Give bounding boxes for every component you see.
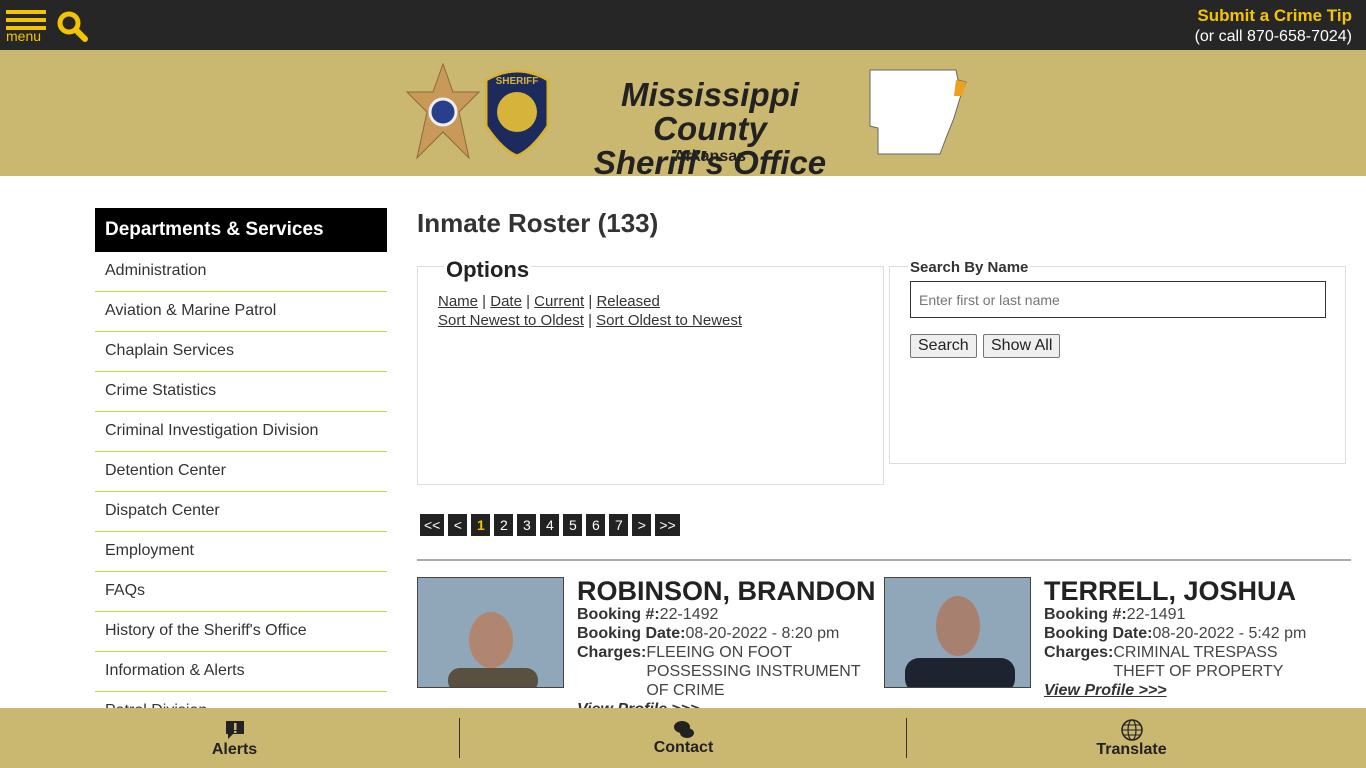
sidebar-item[interactable]: Employment [95, 532, 387, 572]
page-button[interactable]: 3 [517, 514, 537, 536]
star-badge-logo [405, 62, 481, 160]
booking-date: 08-20-2022 - 5:42 pm [1152, 625, 1307, 642]
page-button[interactable]: 5 [563, 514, 583, 536]
last-page-button[interactable]: >> [655, 514, 680, 536]
sort-name-link[interactable]: Name [438, 293, 478, 310]
arkansas-map [869, 69, 967, 155]
sidebar-heading: Departments & Services [95, 208, 387, 252]
divider [417, 559, 1351, 561]
page-button[interactable]: 6 [586, 514, 606, 536]
charge: FLEEING ON FOOT [646, 644, 793, 661]
search-icon[interactable] [56, 10, 88, 42]
sidebar-item[interactable]: Crime Statistics [95, 372, 387, 412]
charge: THEFT OF PROPERTY [1113, 663, 1284, 680]
page-button[interactable]: 2 [494, 514, 514, 536]
alert-bubble-icon [225, 721, 244, 739]
globe-icon [1120, 719, 1143, 741]
menu-button[interactable]: menu [6, 10, 46, 44]
sidebar-item[interactable]: Criminal Investigation Division [95, 412, 387, 452]
view-profile-link[interactable]: View Profile >>> [1044, 681, 1344, 700]
badge-text: SHERIFF [496, 76, 539, 87]
sidebar: Departments & Services Administration Av… [95, 208, 387, 732]
sheriff-patch-logo: SHERIFF [484, 69, 550, 158]
sidebar-item[interactable]: FAQs [95, 572, 387, 612]
contact-button[interactable]: Contact [456, 708, 911, 768]
crime-tip-link[interactable]: Submit a Crime Tip (or call 870-658-7024… [1195, 6, 1352, 46]
top-bar: menu Submit a Crime Tip (or call 870-658… [0, 0, 1366, 50]
sidebar-item[interactable]: Administration [95, 252, 387, 292]
filter-current-link[interactable]: Current [534, 293, 584, 310]
sidebar-item[interactable]: Detention Center [95, 452, 387, 492]
next-page-button[interactable]: > [632, 514, 652, 536]
sort-newest-link[interactable]: Sort Newest to Oldest [438, 312, 584, 329]
first-page-button[interactable]: << [420, 514, 445, 536]
site-subtitle: Arkansas [673, 148, 747, 165]
booking-date: 08-20-2022 - 8:20 pm [685, 625, 840, 642]
search-button[interactable]: Search [910, 334, 977, 358]
inmate-photo[interactable] [417, 577, 564, 688]
show-all-button[interactable]: Show All [983, 334, 1061, 358]
options-title: Options [444, 257, 532, 283]
page-button[interactable]: 7 [609, 514, 629, 536]
search-title: Search By Name [908, 259, 1031, 276]
inmate-name[interactable]: TERRELL, JOSHUA [1044, 577, 1344, 605]
page-button[interactable]: 4 [540, 514, 560, 536]
charge: POSSESSING INSTRUMENT OF CRIME [646, 663, 861, 699]
booking-number: 22-1492 [659, 606, 719, 623]
inmate-name[interactable]: ROBINSON, BRANDON [577, 577, 877, 605]
pagination: << < 1 2 3 4 5 6 7 > >> [420, 514, 680, 536]
name-search-input[interactable] [910, 281, 1326, 318]
page-title: Inmate Roster (133) [417, 208, 659, 238]
sort-date-link[interactable]: Date [490, 293, 522, 310]
sidebar-item[interactable]: Information & Alerts [95, 652, 387, 692]
search-panel: Search By Name Search Show All [889, 259, 1346, 464]
booking-number: 22-1491 [1126, 606, 1186, 623]
sidebar-item[interactable]: Dispatch Center [95, 492, 387, 532]
crime-tip-title[interactable]: Submit a Crime Tip [1195, 6, 1352, 26]
options-panel: Options Name | Date | Current | Released… [417, 257, 884, 485]
filter-released-link[interactable]: Released [596, 293, 659, 310]
sidebar-item[interactable]: Aviation & Marine Patrol [95, 292, 387, 332]
page-button-current[interactable]: 1 [471, 514, 491, 536]
prev-page-button[interactable]: < [448, 514, 468, 536]
footer-bar: Alerts Contact Translate [0, 708, 1366, 768]
sidebar-item[interactable]: Chaplain Services [95, 332, 387, 372]
charge: CRIMINAL TRESPASS [1113, 644, 1278, 661]
crime-tip-phone: (or call 870-658-7024) [1194, 28, 1352, 45]
menu-label: menu [6, 28, 42, 44]
sidebar-item[interactable]: History of the Sheriff's Office [95, 612, 387, 652]
translate-button[interactable]: Translate [904, 708, 1359, 768]
inmate-photo[interactable] [884, 577, 1031, 688]
alerts-button[interactable]: Alerts [7, 708, 462, 768]
sort-oldest-link[interactable]: Sort Oldest to Newest [596, 312, 742, 329]
